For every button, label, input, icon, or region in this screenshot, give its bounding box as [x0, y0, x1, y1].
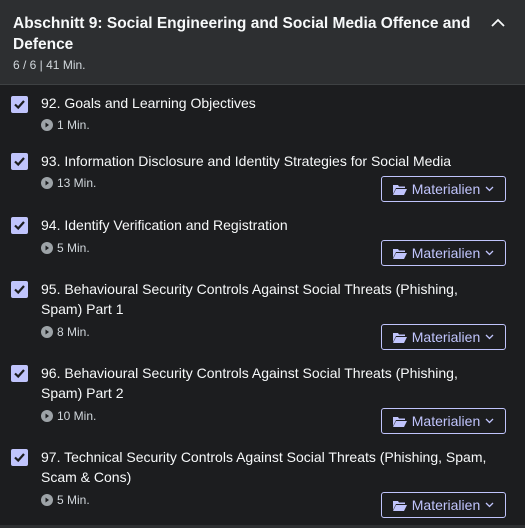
folder-open-icon — [392, 248, 407, 259]
checkmark-icon — [14, 100, 25, 110]
materials-button[interactable]: Materialien — [381, 324, 506, 350]
completed-checkbox[interactable] — [11, 217, 28, 234]
lecture-duration-text: 5 Min. — [57, 493, 90, 507]
play-circle-icon — [41, 177, 53, 189]
chevron-down-icon — [485, 250, 494, 256]
folder-open-icon — [392, 500, 407, 511]
folder-open-icon — [392, 332, 407, 343]
lecture-title: 96. Behavioural Security Controls Agains… — [41, 365, 458, 401]
play-circle-icon — [41, 242, 53, 254]
materials-label: Materialien — [411, 413, 481, 429]
folder-open-icon — [392, 184, 407, 195]
lecture-duration-text: 1 Min. — [57, 118, 90, 132]
chevron-down-icon — [485, 502, 494, 508]
lecture-item[interactable]: 97. Technical Security Controls Against … — [0, 438, 525, 528]
checkmark-icon — [14, 369, 25, 379]
chevron-down-icon — [485, 186, 494, 192]
lecture-duration-text: 13 Min. — [57, 176, 97, 190]
lecture-list: 92. Goals and Learning Objectives 1 Min.… — [0, 85, 525, 528]
lecture-duration-text: 10 Min. — [57, 409, 97, 423]
materials-button[interactable]: Materialien — [381, 176, 506, 202]
chevron-up-icon[interactable] — [489, 14, 507, 32]
play-circle-icon — [41, 410, 53, 422]
materials-button[interactable]: Materialien — [381, 408, 506, 434]
lecture-duration-text: 5 Min. — [57, 241, 90, 255]
play-circle-icon — [41, 326, 53, 338]
section-progress: 6 / 6 | 41 Min. — [13, 58, 86, 72]
completed-checkbox[interactable] — [11, 449, 28, 466]
materials-label: Materialien — [411, 245, 481, 261]
section-title: Abschnitt 9: Social Engineering and Soci… — [13, 15, 471, 53]
materials-button[interactable]: Materialien — [381, 240, 506, 266]
lecture-item[interactable]: 95. Behavioural Security Controls Agains… — [0, 270, 525, 354]
lecture-item[interactable]: 96. Behavioural Security Controls Agains… — [0, 354, 525, 438]
chevron-down-icon — [485, 334, 494, 340]
checkmark-icon — [14, 453, 25, 463]
completed-checkbox[interactable] — [11, 153, 28, 170]
chevron-down-icon — [485, 418, 494, 424]
lecture-title: 94. Identify Verification and Registrati… — [41, 217, 288, 233]
play-circle-icon — [41, 494, 53, 506]
materials-label: Materialien — [411, 497, 481, 513]
materials-button[interactable]: Materialien — [381, 492, 506, 518]
lecture-item[interactable]: 93. Information Disclosure and Identity … — [0, 142, 525, 206]
completed-checkbox[interactable] — [11, 281, 28, 298]
materials-label: Materialien — [411, 329, 481, 345]
checkmark-icon — [14, 221, 25, 231]
lecture-item[interactable]: 92. Goals and Learning Objectives 1 Min. — [0, 85, 525, 142]
lecture-duration: 1 Min. — [41, 118, 525, 132]
checkmark-icon — [14, 285, 25, 295]
lecture-item[interactable]: 94. Identify Verification and Registrati… — [0, 206, 525, 270]
lecture-title: 93. Information Disclosure and Identity … — [41, 153, 452, 169]
completed-checkbox[interactable] — [11, 365, 28, 382]
play-circle-icon — [41, 119, 53, 131]
materials-label: Materialien — [411, 181, 481, 197]
lecture-duration-text: 8 Min. — [57, 325, 90, 339]
section-header[interactable]: Abschnitt 9: Social Engineering and Soci… — [0, 0, 525, 85]
lecture-title: 95. Behavioural Security Controls Agains… — [41, 281, 458, 317]
folder-open-icon — [392, 416, 407, 427]
checkmark-icon — [14, 157, 25, 167]
completed-checkbox[interactable] — [11, 96, 28, 113]
lecture-title: 92. Goals and Learning Objectives — [41, 95, 256, 111]
lecture-title: 97. Technical Security Controls Against … — [41, 449, 487, 485]
